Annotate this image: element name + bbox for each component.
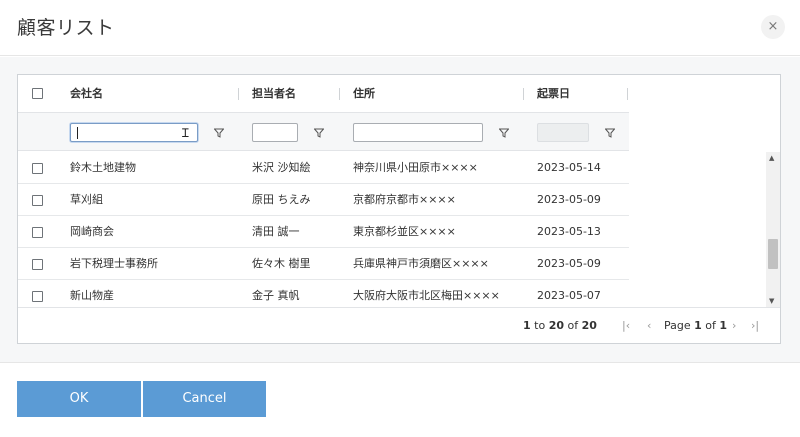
close-button[interactable]: × [761, 15, 785, 39]
filter-icon[interactable] [214, 128, 224, 138]
grid-pager: 1 to 20 of 20 |‹ ‹ Page 1 of 1 › ›| [18, 307, 780, 343]
pager-range-end: 20 [548, 319, 565, 332]
next-page-icon[interactable]: › [732, 319, 736, 332]
last-page-icon[interactable]: ›| [751, 319, 759, 332]
row-checkbox[interactable] [32, 195, 43, 206]
customer-list-dialog: 顧客リスト × 会社名 担当者名 住所 起票日 Ɪ 鈴木土地建物 米沢 沙知絵 … [0, 0, 800, 437]
dialog-title: 顧客リスト [17, 17, 115, 39]
cell-contact: 佐々木 樹里 [252, 257, 311, 270]
customer-grid: 会社名 担当者名 住所 起票日 Ɪ 鈴木土地建物 米沢 沙知絵 神奈川県小田原市… [17, 74, 781, 344]
text-caret [77, 127, 78, 139]
pager-range-start: 1 [523, 319, 531, 332]
date-filter-input[interactable] [537, 123, 589, 142]
table-row[interactable]: 草刈組 原田 ちえみ 京都府京都市×××× 2023-05-09 [18, 184, 629, 216]
cell-date: 2023-05-09 [537, 257, 601, 270]
cancel-button[interactable]: Cancel [142, 381, 266, 417]
grid-header-row: 会社名 担当者名 住所 起票日 [18, 75, 629, 113]
cell-company: 岩下税理士事務所 [70, 257, 158, 270]
row-checkbox[interactable] [32, 259, 43, 270]
column-header-company[interactable]: 会社名 [70, 75, 103, 113]
cell-address: 東京都杉並区×××× [353, 225, 456, 238]
column-separator[interactable] [238, 88, 239, 100]
pager-current-page: 1 [694, 319, 702, 332]
grid-body: 鈴木土地建物 米沢 沙知絵 神奈川県小田原市×××× 2023-05-14 草刈… [18, 152, 629, 307]
text-cursor-icon: Ɪ [182, 126, 189, 140]
pager-of-word: of [567, 319, 579, 332]
address-filter-input[interactable] [353, 123, 483, 142]
cell-contact: 金子 真帆 [252, 289, 300, 302]
dialog-footer: OK Cancel [0, 364, 800, 437]
cell-address: 兵庫県神戸市須磨区×××× [353, 257, 489, 270]
cell-address: 大阪府大阪市北区梅田×××× [353, 289, 500, 302]
contact-filter-input[interactable] [252, 123, 298, 142]
filter-icon[interactable] [314, 128, 324, 138]
pager-page-word: Page [664, 319, 691, 332]
cell-date: 2023-05-14 [537, 161, 601, 174]
select-all-checkbox[interactable] [32, 88, 43, 99]
filter-icon[interactable] [605, 128, 615, 138]
vertical-scrollbar[interactable]: ▲ ▼ [766, 152, 780, 307]
row-checkbox[interactable] [32, 291, 43, 302]
cell-contact: 清田 誠一 [252, 225, 300, 238]
table-row[interactable]: 新山物産 金子 真帆 大阪府大阪市北区梅田×××× 2023-05-07 [18, 280, 629, 307]
pager-page-of-word: of [705, 319, 716, 332]
row-checkbox[interactable] [32, 227, 43, 238]
cell-date: 2023-05-07 [537, 289, 601, 302]
column-header-address[interactable]: 住所 [353, 75, 375, 113]
ok-button[interactable]: OK [17, 381, 141, 417]
cell-date: 2023-05-13 [537, 225, 601, 238]
cell-company: 岡崎商会 [70, 225, 114, 238]
pager-total: 20 [581, 319, 597, 332]
table-row[interactable]: 岩下税理士事務所 佐々木 樹里 兵庫県神戸市須磨区×××× 2023-05-09 [18, 248, 629, 280]
cell-company: 鈴木土地建物 [70, 161, 136, 174]
pager-to-word: to [534, 319, 546, 332]
grid-filter-row: Ɪ [18, 113, 629, 151]
cell-company: 新山物産 [70, 289, 114, 302]
company-filter-input[interactable] [70, 123, 198, 142]
cell-contact: 米沢 沙知絵 [252, 161, 311, 174]
dialog-header: 顧客リスト × [0, 0, 800, 56]
scroll-up-icon[interactable]: ▲ [769, 154, 774, 162]
dialog-body: 会社名 担当者名 住所 起票日 Ɪ 鈴木土地建物 米沢 沙知絵 神奈川県小田原市… [0, 57, 800, 363]
first-page-icon[interactable]: |‹ [622, 319, 630, 332]
cell-contact: 原田 ちえみ [252, 193, 311, 206]
cell-address: 神奈川県小田原市×××× [353, 161, 478, 174]
pager-page-info: Page 1 of 1 [664, 308, 727, 344]
pager-total-pages: 1 [719, 319, 728, 332]
cell-date: 2023-05-09 [537, 193, 601, 206]
scrollbar-thumb[interactable] [768, 239, 778, 269]
cell-company: 草刈組 [70, 193, 103, 206]
column-separator[interactable] [627, 88, 628, 100]
scroll-down-icon[interactable]: ▼ [769, 297, 774, 305]
column-header-contact[interactable]: 担当者名 [252, 75, 296, 113]
column-separator[interactable] [339, 88, 340, 100]
cell-address: 京都府京都市×××× [353, 193, 456, 206]
column-header-date[interactable]: 起票日 [537, 75, 570, 113]
table-row[interactable]: 岡崎商会 清田 誠一 東京都杉並区×××× 2023-05-13 [18, 216, 629, 248]
filter-icon[interactable] [499, 128, 509, 138]
prev-page-icon[interactable]: ‹ [647, 319, 651, 332]
row-checkbox[interactable] [32, 163, 43, 174]
column-separator[interactable] [523, 88, 524, 100]
close-icon: × [767, 19, 779, 34]
table-row[interactable]: 鈴木土地建物 米沢 沙知絵 神奈川県小田原市×××× 2023-05-14 [18, 152, 629, 184]
pager-summary: 1 to 20 of 20 [523, 308, 597, 344]
